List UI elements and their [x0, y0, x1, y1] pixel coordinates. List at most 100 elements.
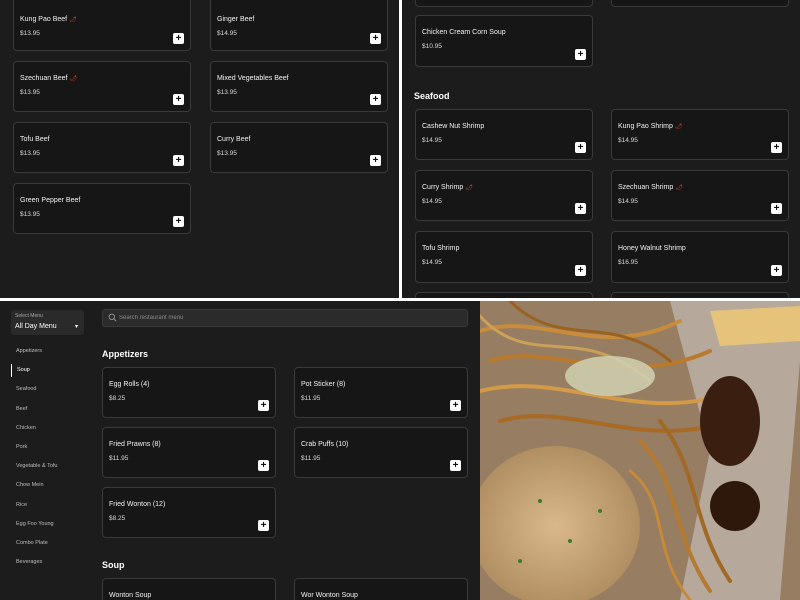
item-name: Green Pepper Beef	[20, 197, 81, 204]
item-price: $14.95	[217, 30, 237, 37]
menu-item-card[interactable]: Tofu Shrimp $14.95 +	[415, 231, 593, 283]
item-price: $13.95	[20, 89, 40, 96]
add-to-cart-button[interactable]: +	[450, 400, 461, 411]
add-to-cart-button[interactable]: +	[771, 203, 782, 214]
add-to-cart-button[interactable]: +	[370, 94, 381, 105]
search-input[interactable]	[119, 312, 459, 324]
add-to-cart-button[interactable]: +	[258, 520, 269, 531]
section-title: Seafood	[414, 91, 450, 101]
menu-item-card[interactable]: Green Pepper Beef $13.95 +	[13, 183, 191, 234]
item-price: $14.95	[422, 198, 442, 205]
menu-item-card[interactable]: Curry Shrimp 🌶 $14.95 +	[415, 170, 593, 221]
menu-item-card[interactable]: Crab Puffs (10) $11.95 +	[294, 427, 468, 478]
menu-item-card[interactable]	[415, 292, 593, 298]
sidebar-item-chow-mein[interactable]: Chow Mein	[11, 479, 81, 492]
item-price: $8.25	[109, 395, 126, 402]
spicy-icon: 🌶	[69, 76, 78, 82]
sidebar-item-chicken[interactable]: Chicken	[11, 422, 81, 435]
sidebar-item-seafood[interactable]: Seafood	[11, 383, 81, 396]
search-icon	[108, 313, 117, 322]
menu-item-card[interactable]: Wonton Soup	[102, 578, 276, 600]
menu-item-card[interactable]: Wor Wonton Soup	[294, 578, 468, 600]
menu-item-card[interactable]: Kung Pao Beef 🌶 $13.95 +	[13, 0, 191, 51]
item-price: $13.95	[20, 30, 40, 37]
item-name: Fried Prawns (8)	[109, 441, 161, 448]
item-name: Tofu Beef	[20, 136, 50, 143]
menu-item-card[interactable]: Fried Prawns (8) $11.95 +	[102, 427, 276, 478]
add-to-cart-button[interactable]: +	[173, 94, 184, 105]
item-name: Cashew Nut Shrimp	[422, 123, 485, 130]
menu-item-card[interactable]: Chicken Cream Corn Soup $10.95 +	[415, 15, 593, 67]
item-price: $14.95	[618, 137, 638, 144]
item-name: Curry Shrimp 🌶	[422, 184, 473, 191]
add-to-cart-button[interactable]: +	[258, 460, 269, 471]
seafood-menu-panel: Chicken Cream Corn Soup $10.95 + Seafood…	[402, 0, 800, 298]
sidebar-item-soup[interactable]: Soup	[11, 364, 81, 378]
add-to-cart-button[interactable]: +	[173, 216, 184, 227]
add-to-cart-button[interactable]: +	[370, 33, 381, 44]
menu-item-card[interactable]: Tofu Beef $13.95 +	[13, 122, 191, 173]
spicy-icon: 🌶	[675, 185, 683, 191]
item-name: Crab Puffs (10)	[301, 441, 349, 448]
menu-item-card[interactable]	[611, 0, 789, 7]
item-price: $13.95	[20, 211, 40, 218]
item-name: Honey Walnut Shrimp	[618, 245, 686, 252]
item-price: $13.95	[217, 89, 237, 96]
item-price: $13.95	[20, 150, 40, 157]
item-price: $11.95	[109, 455, 129, 462]
sidebar-item-pork[interactable]: Pork	[11, 441, 81, 454]
sidebar-item-vegetable-tofu[interactable]: Vegetable & Tofu	[11, 460, 81, 473]
item-name: Mixed Vegetables Beef	[217, 75, 289, 82]
add-to-cart-button[interactable]: +	[370, 155, 381, 166]
add-to-cart-button[interactable]: +	[575, 142, 586, 153]
sidebar-item-rice[interactable]: Rice	[11, 499, 81, 512]
beef-menu-panel: Kung Pao Beef 🌶 $13.95 + Ginger Beef $14.…	[0, 0, 399, 298]
sidebar-item-egg-foo-young[interactable]: Egg Foo Young	[11, 518, 81, 531]
sidebar-item-appetizers[interactable]: Appetizers	[11, 345, 81, 358]
add-to-cart-button[interactable]: +	[258, 400, 269, 411]
menu-item-card[interactable]	[611, 292, 789, 298]
menu-item-card[interactable]: Ginger Beef $14.95 +	[210, 0, 388, 51]
chevron-down-icon: ▾	[74, 324, 78, 330]
item-name: Curry Beef	[217, 136, 251, 143]
item-price: $14.95	[422, 137, 442, 144]
menu-item-card[interactable]	[415, 0, 593, 7]
spicy-icon: 🌶	[465, 185, 473, 191]
menu-item-card[interactable]: Kung Pao Shrimp 🌶 $14.95 +	[611, 109, 789, 160]
menu-item-card[interactable]: Szechuan Beef 🌶 $13.95 +	[13, 61, 191, 112]
add-to-cart-button[interactable]: +	[575, 265, 586, 276]
sidebar-item-beef[interactable]: Beef	[11, 403, 81, 416]
section-title: Appetizers	[102, 349, 149, 359]
add-to-cart-button[interactable]: +	[771, 142, 782, 153]
spicy-icon: 🌶	[674, 124, 683, 130]
add-to-cart-button[interactable]: +	[575, 203, 586, 214]
menu-item-card[interactable]: Egg Rolls (4) $8.25 +	[102, 367, 276, 418]
sidebar-item-combo-plate[interactable]: Combo Plate	[11, 537, 81, 550]
item-price: $13.95	[217, 150, 237, 157]
item-name: Pot Sticker (8)	[301, 381, 346, 388]
item-name: Szechuan Beef 🌶	[20, 75, 78, 82]
add-to-cart-button[interactable]: +	[575, 49, 586, 60]
menu-item-card[interactable]: Pot Sticker (8) $11.95 +	[294, 367, 468, 418]
add-to-cart-button[interactable]: +	[173, 155, 184, 166]
search-bar[interactable]	[102, 309, 468, 327]
item-price: $10.95	[422, 43, 442, 50]
menu-page-panel: Select Menu All Day Menu ▾ Appetizers Sou…	[0, 301, 480, 600]
menu-item-card[interactable]: Mixed Vegetables Beef $13.95 +	[210, 61, 388, 112]
add-to-cart-button[interactable]: +	[173, 33, 184, 44]
sidebar-item-beverages[interactable]: Beverages	[11, 556, 81, 569]
menu-select-label: Select Menu	[15, 313, 43, 319]
section-title: Soup	[102, 560, 125, 570]
item-price: $16.95	[618, 259, 638, 266]
add-to-cart-button[interactable]: +	[450, 460, 461, 471]
menu-select-dropdown[interactable]: Select Menu All Day Menu ▾	[11, 310, 84, 335]
menu-item-card[interactable]: Szechuan Shrimp 🌶 $14.95 +	[611, 170, 789, 221]
menu-item-card[interactable]: Curry Beef $13.95 +	[210, 122, 388, 173]
menu-item-card[interactable]: Honey Walnut Shrimp $16.95 +	[611, 231, 789, 283]
item-name: Szechuan Shrimp 🌶	[618, 184, 683, 191]
item-name: Fried Wonton (12)	[109, 501, 166, 508]
food-photo-image	[480, 301, 800, 600]
menu-item-card[interactable]: Cashew Nut Shrimp $14.95 +	[415, 109, 593, 160]
add-to-cart-button[interactable]: +	[771, 265, 782, 276]
menu-item-card[interactable]: Fried Wonton (12) $8.25 +	[102, 487, 276, 538]
